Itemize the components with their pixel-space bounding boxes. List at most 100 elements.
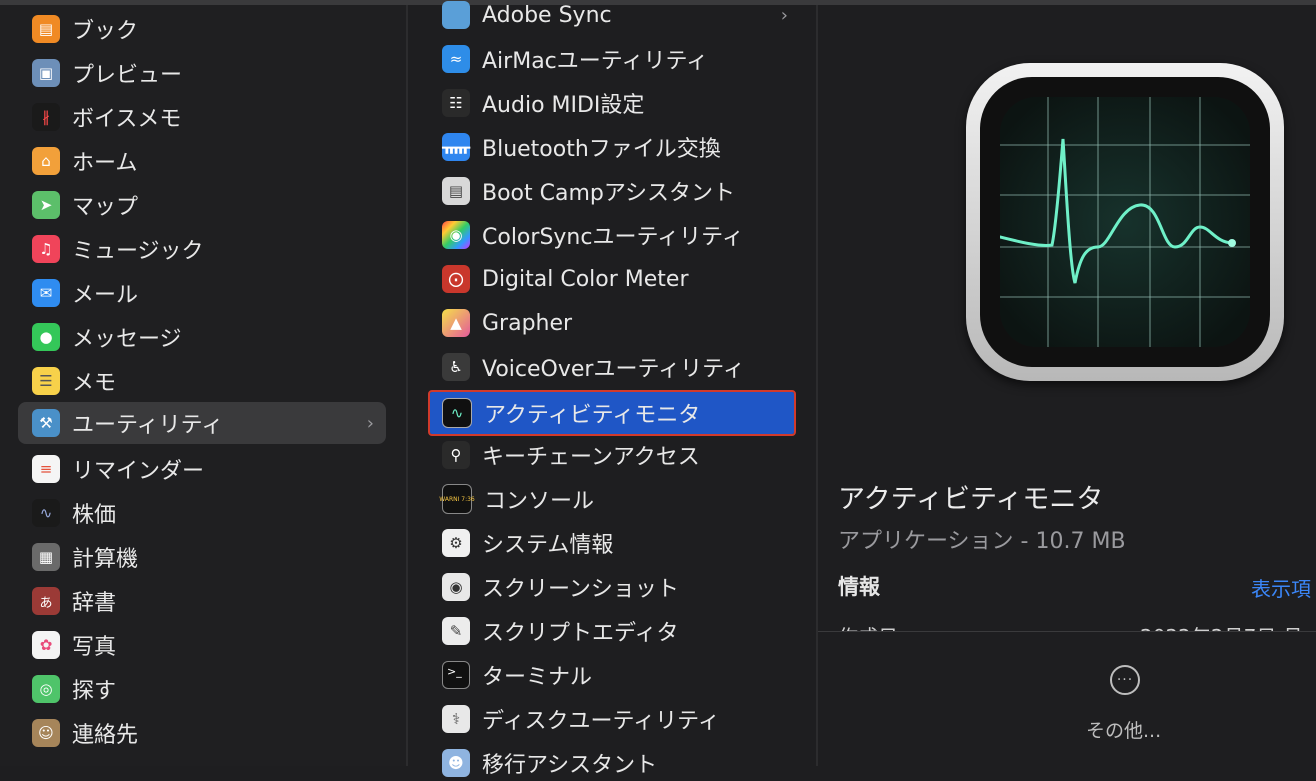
screenshot-icon: ◉: [442, 573, 470, 601]
sidebar-item-label: 辞書: [72, 591, 117, 616]
messages-icon: ●: [32, 323, 60, 351]
sidebar-item-label: 連絡先: [72, 723, 139, 748]
utility-item-script-editor[interactable]: ✎ スクリプトエディタ: [430, 613, 800, 649]
utility-item-colorsync[interactable]: ◉ ColorSyncユーティリティ: [430, 217, 800, 253]
notes-icon: ☰: [32, 367, 60, 395]
keyboard-icon: ☷: [442, 89, 470, 117]
sidebar-item-label: ミュージック: [72, 239, 204, 264]
sidebar-item-label: ホーム: [72, 151, 138, 176]
sidebar-item-dictionary[interactable]: あ 辞書: [18, 583, 386, 619]
utility-item-label: アクティビティモニタ: [484, 403, 701, 428]
utility-item-label: Grapher: [482, 310, 573, 336]
utility-item-label: 移行アシスタント: [482, 753, 658, 778]
utility-item-adobe-sync[interactable]: Adobe Sync ›: [430, 0, 800, 33]
airport-icon: ≈: [442, 45, 470, 73]
sidebar-item-messages[interactable]: ● メッセージ: [18, 319, 386, 355]
utility-item-label: スクリーンショット: [482, 577, 679, 602]
find-my-icon: ◎: [32, 675, 60, 703]
utility-item-airmac[interactable]: ≈ AirMacユーティリティ: [430, 41, 800, 77]
app-name: アクティビティモニタ: [838, 484, 1104, 515]
maps-icon: ➤: [32, 191, 60, 219]
home-icon: ⌂: [32, 147, 60, 175]
bootcamp-icon: ▤: [442, 177, 470, 205]
utility-item-label: VoiceOverユーティリティ: [482, 357, 745, 382]
script-editor-icon: ✎: [442, 617, 470, 645]
bluetooth-icon: ᚅ: [442, 133, 470, 161]
utility-item-label: Digital Color Meter: [482, 266, 689, 292]
voiceover-icon: ♿: [442, 353, 470, 381]
more-label[interactable]: その他...: [1086, 716, 1161, 743]
utility-item-label: ディスクユーティリティ: [482, 709, 720, 734]
sidebar-item-label: ボイスメモ: [72, 107, 182, 132]
utility-item-migration[interactable]: ☻ 移行アシスタント: [430, 745, 800, 781]
chevron-right-icon: ›: [366, 412, 374, 434]
sidebar-item-label: マップ: [72, 195, 139, 220]
utility-item-label: Boot Campアシスタント: [482, 181, 735, 206]
utility-item-screenshot[interactable]: ◉ スクリーンショット: [430, 569, 800, 605]
sidebar-item-stocks[interactable]: ∿ 株価: [18, 495, 386, 531]
utility-item-label: AirMacユーティリティ: [482, 49, 709, 74]
preview-pane: アクティビティモニタ アプリケーション - 10.7 MB 情報 表示項 作成日…: [818, 5, 1316, 766]
sidebar-item-calculator[interactable]: ▦ 計算機: [18, 539, 386, 575]
sidebar-item-music[interactable]: ♫ ミュージック: [18, 231, 386, 267]
utility-item-audio-midi[interactable]: ☷ Audio MIDI設定: [430, 85, 800, 121]
sidebar-item-voice-memos[interactable]: ∦ ボイスメモ: [18, 99, 386, 135]
utility-item-voiceover[interactable]: ♿ VoiceOverユーティリティ: [430, 349, 800, 385]
utility-item-terminal[interactable]: >_ ターミナル: [430, 657, 800, 693]
keychain-icon: ⚲: [442, 441, 470, 469]
utility-item-activity-monitor[interactable]: ∿ アクティビティモニタ: [428, 390, 796, 436]
terminal-icon: >_: [442, 661, 470, 689]
photos-icon: ✿: [32, 631, 60, 659]
utility-item-grapher[interactable]: ▲ Grapher: [430, 305, 800, 341]
sidebar-item-mail[interactable]: ✉ メール: [18, 275, 386, 311]
sidebar-item-label: 写真: [72, 635, 117, 660]
created-row: 作成日 2022年2月7日 月: [838, 617, 1316, 631]
utility-item-label: スクリプトエディタ: [482, 621, 679, 646]
utility-item-disk-utility[interactable]: ⚕ ディスクユーティリティ: [430, 701, 800, 737]
color-meter-icon: ⨀: [442, 265, 470, 293]
reminders-icon: ≡: [32, 455, 60, 483]
music-icon: ♫: [32, 235, 60, 263]
utility-item-label: システム情報: [482, 533, 614, 558]
activity-monitor-icon: ∿: [442, 398, 472, 428]
sidebar-item-label: 計算機: [72, 547, 139, 572]
contacts-icon: ☺: [32, 719, 60, 747]
sidebar-item-maps[interactable]: ➤ マップ: [18, 187, 386, 223]
utility-item-digital-color-meter[interactable]: ⨀ Digital Color Meter: [430, 261, 800, 297]
waveform-graph: [1000, 97, 1250, 347]
book-icon: ▤: [32, 15, 60, 43]
utility-item-label: コンソール: [484, 489, 595, 514]
created-label: 作成日: [838, 621, 898, 631]
sidebar-item-label: 株価: [72, 503, 117, 528]
sidebar-item-photos[interactable]: ✿ 写真: [18, 627, 386, 663]
utility-item-boot-camp[interactable]: ▤ Boot Campアシスタント: [430, 173, 800, 209]
show-more-fields-link[interactable]: 表示項: [1251, 573, 1311, 602]
utility-item-bluetooth[interactable]: ᚅ Bluetoothファイル交換: [430, 129, 800, 165]
sidebar-item-label: ブック: [72, 19, 139, 44]
utility-item-system-info[interactable]: ⚙ システム情報: [430, 525, 800, 561]
sidebar-item-label: メモ: [72, 371, 117, 396]
sidebar-item-utilities[interactable]: ⚒ ユーティリティ ›: [18, 402, 386, 444]
console-icon: WARNI 7:36: [439, 484, 475, 514]
folder-icon: ⚒: [32, 409, 60, 437]
colorsync-icon: ◉: [442, 221, 470, 249]
sidebar-item-home[interactable]: ⌂ ホーム: [18, 143, 386, 179]
utilities-column: Adobe Sync › ≈ AirMacユーティリティ ☷ Audio MID…: [408, 1, 818, 778]
mail-icon: ✉: [32, 279, 60, 307]
sidebar-item-reminders[interactable]: ≡ リマインダー: [18, 451, 386, 487]
utility-item-label: ターミナル: [482, 665, 593, 690]
migration-icon: ☻: [442, 749, 470, 777]
sidebar-item-preview[interactable]: ▣ プレビュー: [18, 55, 386, 91]
disk-utility-icon: ⚕: [442, 705, 470, 733]
sidebar-item-notes[interactable]: ☰ メモ: [18, 363, 386, 399]
divider: [818, 631, 1316, 632]
system-info-icon: ⚙: [442, 529, 470, 557]
more-button[interactable]: ···: [1110, 665, 1140, 695]
sidebar-item-books[interactable]: ▤ ブック: [18, 11, 386, 47]
calculator-icon: ▦: [32, 543, 60, 571]
utility-item-keychain[interactable]: ⚲ キーチェーンアクセス: [430, 437, 800, 473]
sidebar-item-find-my[interactable]: ◎ 探す: [18, 671, 386, 707]
utility-item-console[interactable]: WARNI 7:36 コンソール: [430, 481, 800, 517]
sidebar-item-contacts[interactable]: ☺ 連絡先: [18, 715, 386, 751]
app-kind-size: アプリケーション - 10.7 MB: [838, 529, 1126, 554]
